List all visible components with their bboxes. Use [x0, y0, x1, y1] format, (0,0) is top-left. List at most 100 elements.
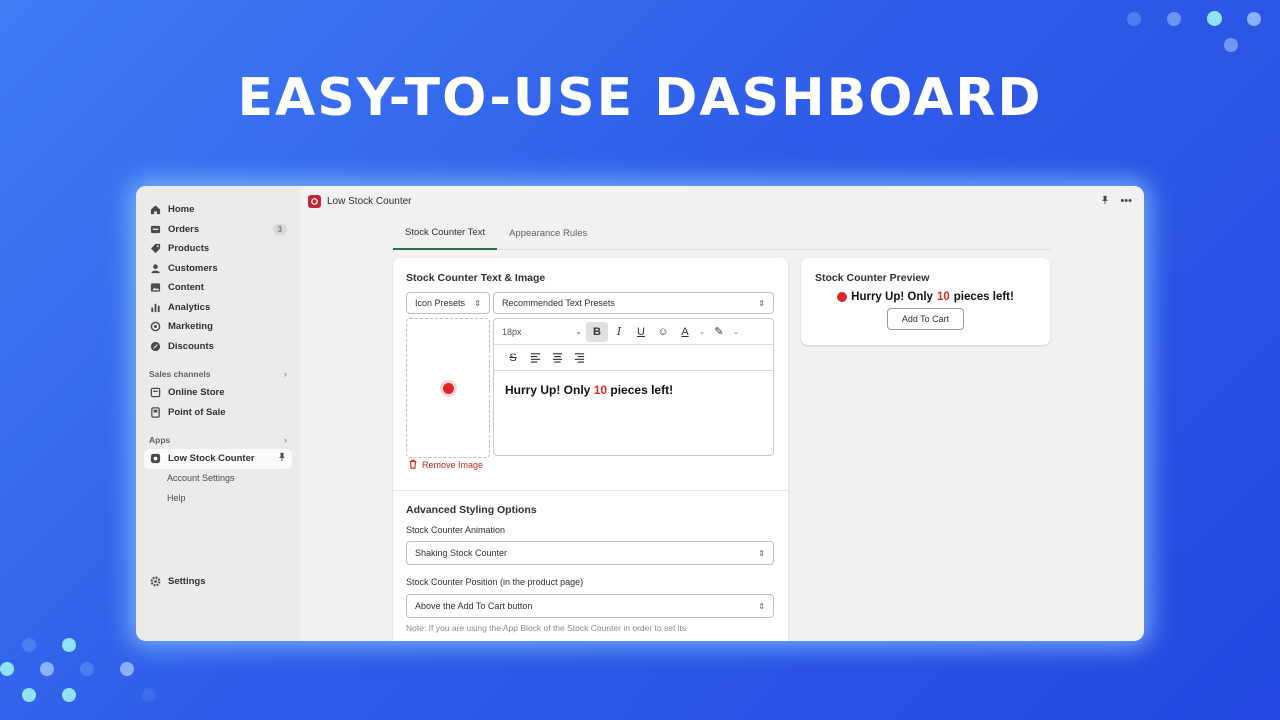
apps-header[interactable]: Apps › — [136, 430, 300, 449]
chevron-down-icon[interactable]: ⌄ — [730, 322, 742, 342]
align-right-icon[interactable] — [568, 348, 590, 368]
person-icon — [149, 262, 161, 274]
rich-text-editor: 18px ⌄ B I U ☺ A ⌄ ✎ ⌄ S Hurry Up! Only … — [493, 318, 774, 456]
sidebar-item-label: Products — [168, 243, 210, 255]
gear-icon — [149, 576, 161, 588]
content-icon — [149, 282, 161, 294]
sidebar-item-analytics[interactable]: Analytics — [144, 298, 292, 318]
sidebar-item-label: Customers — [168, 262, 218, 274]
sales-channels-header[interactable]: Sales channels › — [136, 364, 300, 383]
sidebar-item-online-store[interactable]: Online Store — [144, 383, 292, 403]
preview-text-prefix: Hurry Up! Only — [851, 291, 933, 303]
sidebar-item-label: Point of Sale — [168, 406, 226, 418]
sidebar-item-products[interactable]: Products — [144, 239, 292, 259]
tag-icon — [149, 243, 161, 255]
chevron-right-icon: › — [284, 434, 287, 445]
apps-label: Apps — [149, 434, 171, 445]
target-icon — [149, 321, 161, 333]
red-dot-icon — [837, 292, 848, 302]
sidebar-item-customers[interactable]: Customers — [144, 259, 292, 279]
sidebar-item-label: Settings — [168, 576, 206, 588]
text-presets-select[interactable]: Recommended Text Presets ⇕ — [493, 292, 774, 314]
counter-number: 10 — [593, 383, 608, 397]
remove-image-label: Remove Image — [422, 460, 484, 470]
red-dot-icon — [442, 382, 454, 394]
sidebar-item-settings[interactable]: Settings — [144, 572, 292, 592]
emoji-icon[interactable]: ☺ — [652, 322, 674, 342]
sidebar-item-label: Discounts — [168, 340, 214, 352]
animation-value: Shaking Stock Counter — [415, 548, 508, 558]
discount-icon — [149, 340, 161, 352]
align-left-icon[interactable] — [524, 348, 546, 368]
app-logo-icon — [308, 194, 321, 208]
more-options-icon[interactable]: ••• — [1120, 195, 1132, 208]
pin-icon[interactable] — [277, 452, 287, 465]
divider — [393, 490, 788, 491]
editor-text-area[interactable]: Hurry Up! Only 10 pieces left! — [494, 371, 773, 409]
animation-select[interactable]: Shaking Stock Counter ⇕ — [406, 541, 774, 565]
tab-appearance-rules[interactable]: Appearance Rules — [497, 216, 599, 250]
chevron-down-icon[interactable]: ⌄ — [696, 322, 708, 342]
tab-stock-counter-text[interactable]: Stock Counter Text — [393, 216, 498, 250]
sales-channels-label: Sales channels — [149, 368, 211, 379]
sidebar-item-content[interactable]: Content — [144, 278, 292, 298]
tab-bar: Stock Counter Text Appearance Rules — [393, 216, 1051, 250]
text-color-icon[interactable]: A — [674, 322, 696, 342]
image-upload-box[interactable] — [406, 318, 490, 458]
font-size-select[interactable]: 18px ⌄ — [502, 327, 586, 337]
preview-number: 10 — [936, 291, 950, 303]
counter-text-prefix: Hurry Up! Only — [505, 383, 591, 397]
select-arrows-icon: ⇕ — [474, 298, 481, 308]
align-center-icon[interactable] — [546, 348, 568, 368]
sidebar-item-low-stock-counter[interactable]: Low Stock Counter — [144, 449, 292, 469]
sidebar-item-marketing[interactable]: Marketing — [144, 317, 292, 337]
italic-icon[interactable]: I — [608, 322, 630, 342]
editor-toolbar-row-2: S — [494, 345, 773, 371]
font-size-value: 18px — [502, 326, 522, 337]
icon-presets-value: Icon Presets — [415, 298, 466, 308]
chevron-right-icon: › — [284, 368, 287, 379]
main-content: Stock Counter Text Appearance Rules Stoc… — [300, 216, 1144, 641]
icon-presets-select[interactable]: Icon Presets ⇕ — [406, 292, 490, 314]
app-icon — [149, 453, 161, 465]
preview-text-suffix: pieces left! — [953, 291, 1014, 303]
sidebar-item-label: Analytics — [168, 301, 211, 313]
sidebar-item-point-of-sale[interactable]: Point of Sale — [144, 403, 292, 423]
counter-text-suffix: pieces left! — [610, 383, 674, 397]
highlight-icon[interactable]: ✎ — [708, 322, 730, 342]
headline: EASY-TO-USE DASHBOARD — [237, 68, 1043, 128]
sidebar-item-label: Marketing — [168, 321, 213, 333]
preview-counter-line: Hurry Up! Only 10 pieces left! — [801, 291, 1050, 303]
home-icon — [149, 204, 161, 216]
app-topbar: Low Stock Counter ••• — [300, 186, 1144, 216]
text-presets-value: Recommended Text Presets — [502, 298, 615, 308]
sidebar-item-orders[interactable]: Orders 3 — [144, 220, 292, 240]
card-title: Stock Counter Text & Image — [406, 272, 546, 284]
remove-image-button[interactable]: Remove Image — [408, 459, 483, 471]
chevron-down-icon: ⌄ — [575, 327, 582, 336]
sidebar-item-discounts[interactable]: Discounts — [144, 337, 292, 357]
add-to-cart-button[interactable]: Add To Cart — [887, 308, 964, 330]
sidebar-item-label: Online Store — [168, 387, 225, 399]
orders-icon — [149, 223, 161, 235]
app-title: Low Stock Counter — [327, 195, 412, 207]
strikethrough-icon[interactable]: S — [502, 348, 524, 368]
sidebar-item-help[interactable]: Help — [136, 488, 300, 508]
bold-icon[interactable]: B — [586, 321, 608, 342]
store-icon — [149, 387, 161, 399]
advanced-styling-title: Advanced Styling Options — [406, 504, 537, 516]
pin-icon[interactable] — [1100, 195, 1110, 208]
preview-title: Stock Counter Preview — [815, 272, 930, 284]
underline-icon[interactable]: U — [630, 322, 652, 342]
position-select[interactable]: Above the Add To Cart button ⇕ — [406, 594, 774, 618]
sidebar-item-label: Orders — [168, 223, 200, 235]
sidebar-item-label: Content — [168, 282, 204, 294]
chart-icon — [149, 301, 161, 313]
stock-counter-preview-card: Stock Counter Preview Hurry Up! Only 10 … — [801, 258, 1050, 345]
sidebar-item-account-settings[interactable]: Account Settings — [136, 469, 300, 489]
editor-toolbar-row-1: 18px ⌄ B I U ☺ A ⌄ ✎ ⌄ — [494, 319, 773, 345]
trash-icon — [408, 459, 418, 471]
position-note: Note: If you are using the App Block of … — [406, 623, 687, 633]
sidebar-item-home[interactable]: Home — [144, 200, 292, 220]
sidebar-item-label: Home — [168, 204, 195, 216]
